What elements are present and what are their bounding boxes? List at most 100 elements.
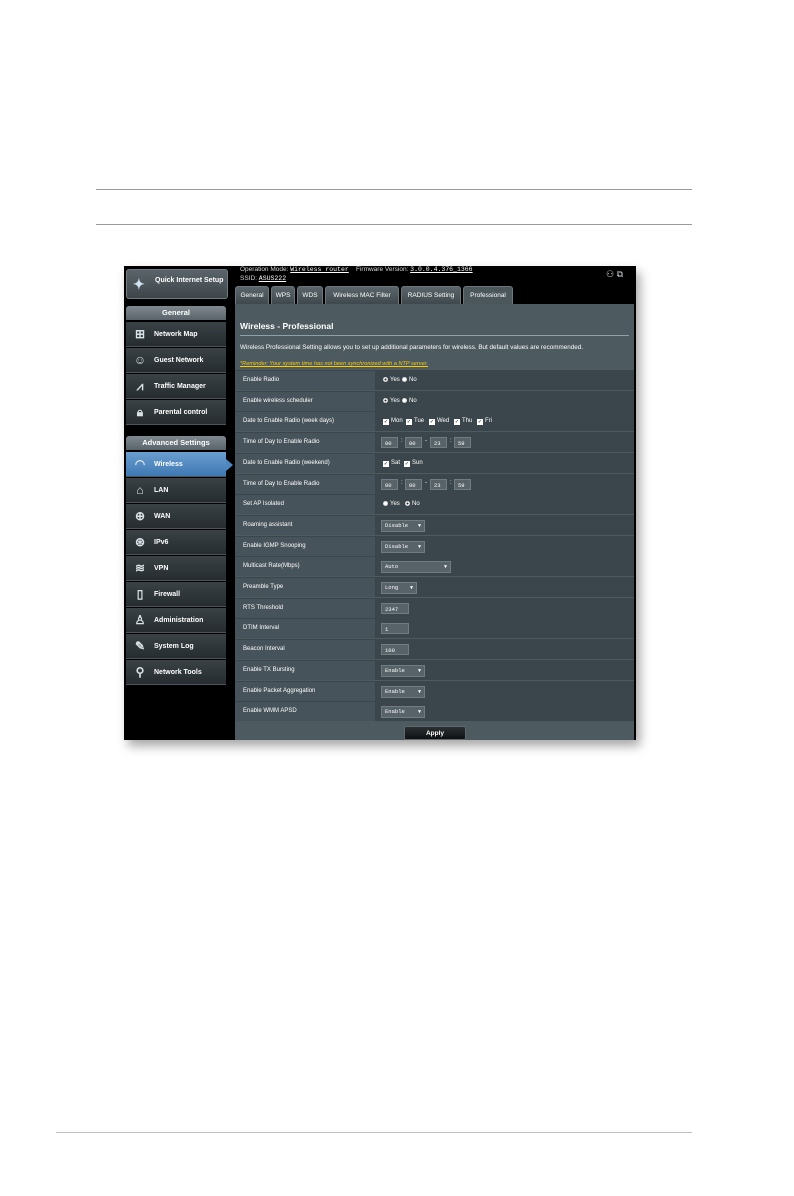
chevron-down-icon: ▼	[417, 522, 421, 529]
sidebar-item-ipv6[interactable]: ⊛ IPv6	[126, 530, 226, 555]
quick-internet-setup-button[interactable]: ✦ Quick Internet Setup	[126, 269, 228, 299]
tab-wireless-mac-filter[interactable]: Wireless MAC Filter	[325, 286, 399, 304]
edit-icon: ✎	[134, 639, 146, 653]
tx-bursting-select[interactable]: Enable ▼	[381, 664, 425, 677]
router-screenshot: ✦ Quick Internet Setup General ⊞ Network…	[124, 266, 636, 740]
roaming-select[interactable]: Disable ▼	[381, 519, 425, 532]
setting-value: Auto ▼	[375, 557, 634, 577]
operation-mode-link[interactable]: Wireless router	[290, 266, 349, 273]
setting-value: Enable ▼	[375, 681, 634, 701]
radio-yes[interactable]: Yes	[383, 377, 400, 383]
users-icon[interactable]: ⚇	[606, 269, 614, 279]
setting-value: 00 : 00 - 23 : 59	[375, 474, 634, 494]
sidebar-item-label: Network Map	[154, 331, 198, 338]
title-divider	[240, 335, 629, 336]
ntp-reminder-link[interactable]: *Reminder: Your system time has not been…	[240, 361, 428, 367]
tab-wds[interactable]: WDS	[297, 286, 323, 304]
advanced-settings-header: Advanced Settings	[126, 436, 226, 450]
setting-row-tx-bursting: Enable TX Bursting Enable ▼	[235, 659, 634, 680]
setting-label: Enable wireless scheduler	[235, 391, 375, 411]
setting-value: 00 : 00 - 23 : 59	[375, 433, 634, 453]
apply-bar: Apply	[235, 722, 634, 740]
radio-no[interactable]: No	[402, 377, 417, 383]
radio-no[interactable]: No	[405, 501, 420, 507]
firmware-link[interactable]: 3.0.0.4.376_1366	[410, 266, 472, 273]
sidebar-item-firewall[interactable]: ▯ Firewall	[126, 582, 226, 607]
user-icon: ♙	[134, 613, 146, 627]
checkbox-sat[interactable]: ✓ Sat	[383, 460, 400, 467]
sidebar-item-wan[interactable]: ⊕ WAN	[126, 504, 226, 529]
start-minute-input[interactable]: 00	[405, 478, 422, 490]
checkbox-sun[interactable]: ✓ Sun	[404, 460, 423, 467]
ssid-link[interactable]: ASUS222	[259, 275, 286, 282]
sidebar-item-parental-control[interactable]: 🔒︎ Parental control	[126, 400, 226, 425]
setting-label: Enable IGMP Snooping	[235, 536, 375, 556]
setting-label: Time of Day to Enable Radio	[235, 433, 375, 453]
sidebar-item-system-log[interactable]: ✎ System Log	[126, 634, 226, 659]
setting-row-multicast-rate: Multicast Rate(Mbps) Auto ▼	[235, 556, 634, 577]
preamble-select[interactable]: Long ▼	[381, 582, 417, 594]
checkbox-fri[interactable]: ✓ Fri	[477, 418, 492, 426]
tab-radius-setting[interactable]: RADIUS Setting	[401, 286, 461, 304]
top-divider	[96, 189, 692, 190]
footer-divider	[56, 1132, 692, 1133]
setting-row-enable-wireless-scheduler: Enable wireless scheduler Yes No	[235, 390, 634, 411]
sidebar-item-label: Wireless	[154, 461, 183, 468]
sidebar-item-lan[interactable]: ⌂ LAN	[126, 478, 226, 503]
radio-yes[interactable]: Yes	[383, 397, 400, 404]
end-minute-input[interactable]: 59	[454, 478, 471, 490]
rts-input[interactable]: 2347	[381, 602, 409, 614]
start-minute-input[interactable]: 00	[405, 437, 422, 449]
setting-value: Enable ▼	[375, 660, 634, 680]
radio-yes[interactable]: Yes	[383, 501, 400, 507]
checkbox-tue[interactable]: ✓ Tue	[406, 418, 424, 426]
general-header: General	[126, 306, 226, 320]
sidebar-item-label: Network Tools	[154, 669, 202, 676]
setting-value: Enable ▼	[375, 702, 634, 722]
setting-row-igmp-snooping: Enable IGMP Snooping Disable ▼	[235, 535, 634, 556]
apply-button[interactable]: Apply	[404, 726, 466, 740]
multicast-select[interactable]: Auto ▼	[381, 561, 451, 574]
devices-icon[interactable]: ⧉	[617, 269, 623, 279]
dtim-input[interactable]: 1	[381, 623, 409, 635]
igmp-select[interactable]: Disable ▼	[381, 540, 425, 553]
start-hour-input[interactable]: 00	[381, 478, 398, 490]
beacon-input[interactable]: 100	[381, 644, 409, 656]
checkbox-mon[interactable]: ✓ Mon	[383, 418, 403, 426]
sidebar-item-wireless[interactable]: ◠ Wireless	[126, 452, 233, 477]
top-icons: ⚇ ⧉	[606, 269, 623, 280]
tab-wps[interactable]: WPS	[271, 286, 295, 304]
ssid-info: SSID: ASUS222	[240, 275, 286, 282]
setting-label: Enable Radio	[235, 371, 375, 390]
tab-professional[interactable]: Professional	[463, 286, 513, 304]
network-map-icon: ⊞	[134, 327, 146, 341]
sidebar-item-label: LAN	[154, 487, 169, 494]
sidebar-item-traffic-manager[interactable]: ⩘ Traffic Manager	[126, 374, 226, 399]
setting-row-ap-isolated: Set AP Isolated Yes No	[235, 494, 634, 515]
tab-general[interactable]: General	[235, 286, 269, 304]
end-hour-input[interactable]: 23	[430, 478, 447, 490]
qis-label: Quick Internet Setup	[155, 277, 224, 284]
sidebar-item-vpn[interactable]: ≋ VPN	[126, 556, 226, 581]
checkbox-wed[interactable]: ✓ Wed	[429, 418, 449, 426]
setting-value: ✓ Mon ✓ Tue ✓ Wed ✓ Thu ✓ Fri	[375, 412, 634, 432]
setting-value: 1	[375, 619, 634, 639]
setting-row-preamble-type: Preamble Type Long ▼	[235, 577, 634, 597]
packet-aggregation-select[interactable]: Enable ▼	[381, 685, 425, 698]
setting-value: 2347	[375, 598, 634, 618]
end-minute-input[interactable]: 59	[454, 437, 471, 449]
start-hour-input[interactable]: 00	[381, 437, 398, 449]
setting-label: Beacon Interval	[235, 640, 375, 660]
end-hour-input[interactable]: 23	[430, 437, 447, 449]
sidebar-item-network-tools[interactable]: ⚲ Network Tools	[126, 660, 226, 685]
sidebar-item-administration[interactable]: ♙ Administration	[126, 608, 226, 633]
second-divider	[96, 224, 692, 225]
wmm-apsd-select[interactable]: Enable ▼	[381, 706, 425, 719]
vpn-icon: ≋	[134, 561, 146, 575]
home-icon: ⌂	[136, 483, 144, 497]
setting-value: Disable ▼	[375, 536, 634, 556]
radio-no[interactable]: No	[402, 397, 417, 404]
sidebar-item-guest-network[interactable]: ☺ Guest Network	[126, 348, 226, 373]
sidebar-item-network-map[interactable]: ⊞ Network Map	[126, 322, 226, 347]
checkbox-thu[interactable]: ✓ Thu	[454, 418, 472, 426]
